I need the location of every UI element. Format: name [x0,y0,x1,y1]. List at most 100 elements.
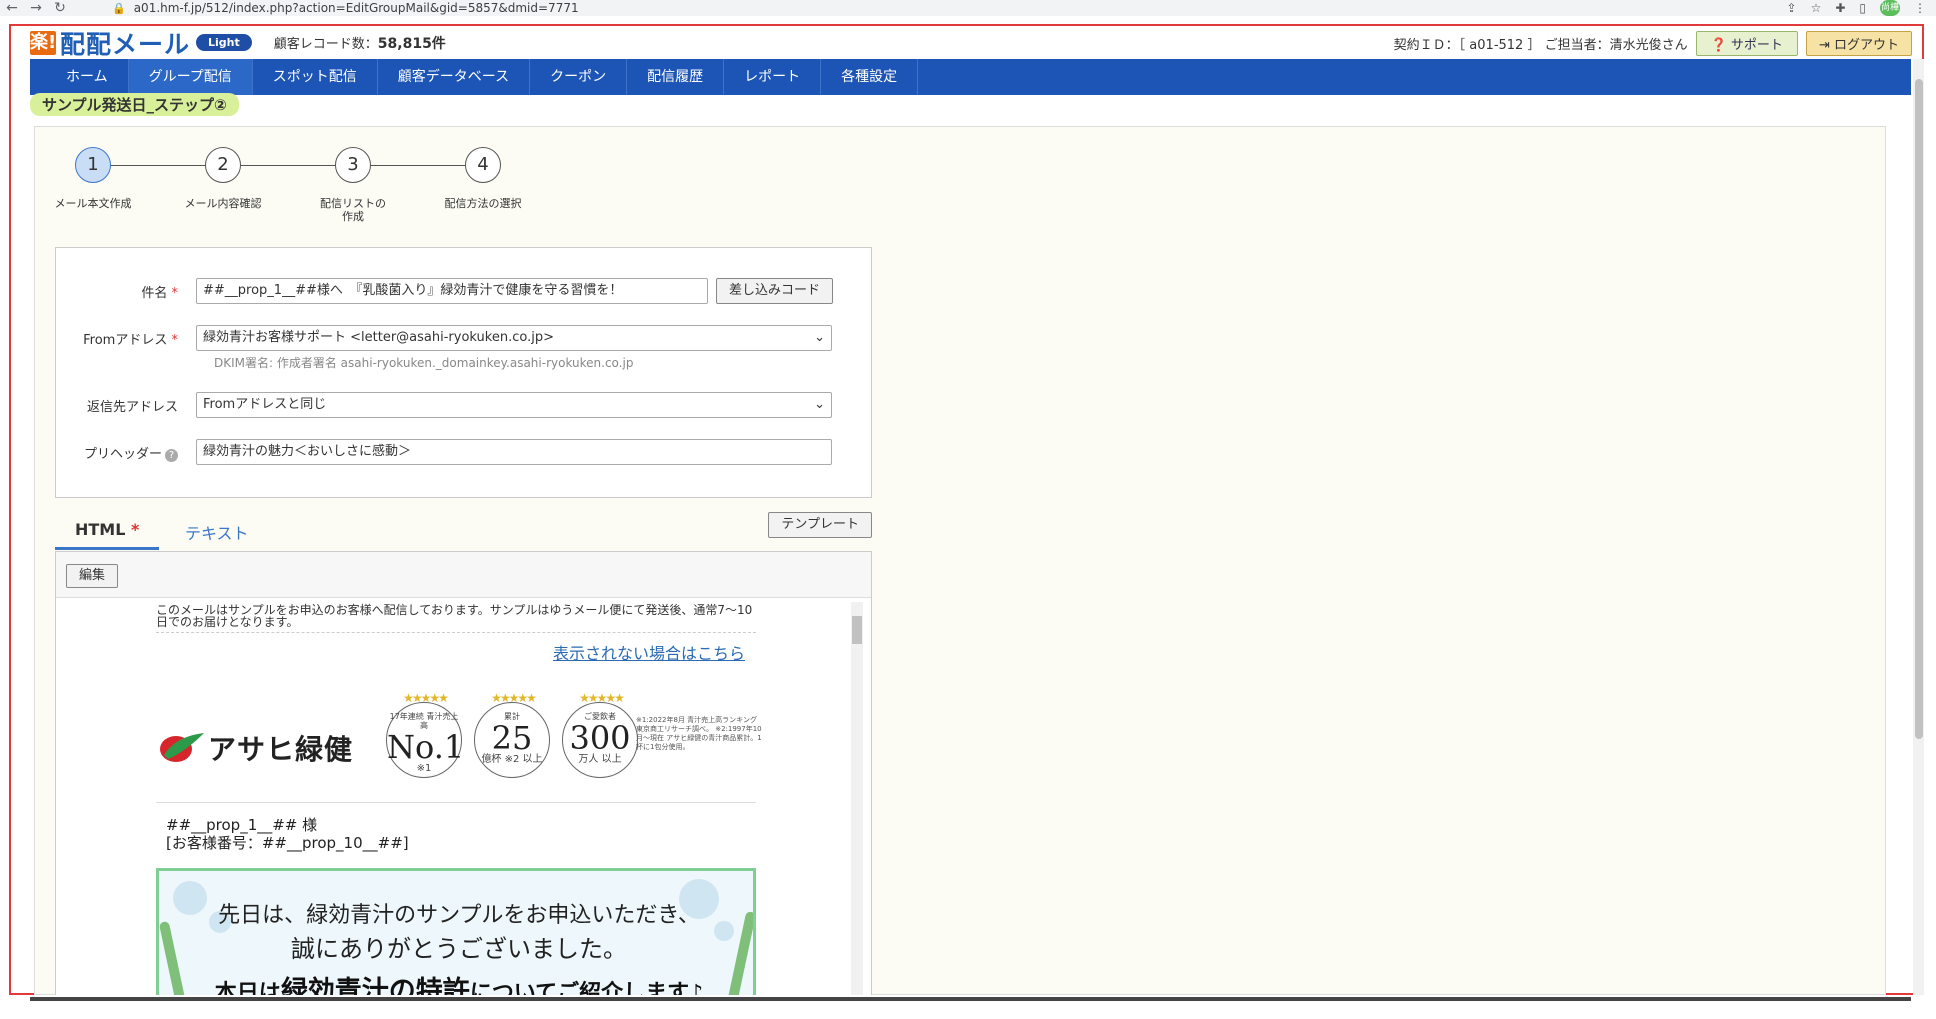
plan-badge: Light [196,34,252,51]
from-label: Fromアドレス * [56,329,196,348]
reply-select-value: Fromアドレスと同じ [203,397,327,412]
brand-name: アサヒ緑健 [208,733,354,766]
from-select-value: 緑効青汁お客様サポート <letter@asahi-ryokuken.co.jp… [203,330,554,345]
template-button[interactable]: テンプレート [768,512,872,538]
required-mark: * [131,520,140,539]
nav-customer-db[interactable]: 顧客データベース [378,59,531,95]
page-scrollbar[interactable] [1913,59,1924,995]
step-1[interactable]: 1 メール本文作成 [33,147,153,210]
required-mark: * [171,332,179,348]
badge-users: ★★★★★ ご愛飲者 300 万人 以上 [562,691,638,778]
step-2-number: 2 [205,147,241,183]
view-in-browser-link[interactable]: 表示されない場合はこちら [553,640,745,664]
subject-label-text: 件名 [141,285,168,301]
reply-row: 返信先アドレス Fromアドレスと同じ ⌄ [56,392,873,418]
from-select[interactable]: 緑効青汁お客様サポート <letter@asahi-ryokuken.co.jp… [196,325,832,351]
nav-report[interactable]: レポート [724,59,822,95]
nav-home[interactable]: ホーム [46,59,129,95]
step-3-number: 3 [335,147,371,183]
subject-input[interactable]: ##__prop_1__##様へ 『乳酸菌入り』緑効青汁で健康を守る習慣を！ [196,278,708,304]
stepper: 1 メール本文作成 2 メール内容確認 3 配信リストの作成 4 配信方法の選択 [55,147,555,237]
support-label: サポート [1730,38,1783,53]
hero-line-3b: 緑効青汁の特許 [280,976,470,997]
record-label: 顧客レコード数： [273,36,378,52]
from-label-text: Fromアドレス [83,332,168,348]
badge-value: No.1 [387,728,465,766]
logo-mark[interactable]: 楽! [30,30,56,55]
sidepanel-icon[interactable]: ▯ [1859,1,1866,15]
divider [156,632,756,633]
back-icon[interactable]: ← [0,0,24,16]
body-tabs: HTML * テキスト テンプレート [55,512,872,552]
step-2[interactable]: 2 メール内容確認 [163,147,283,210]
preview-scrollbar[interactable] [851,602,863,997]
editor-toolbar: 編集 [56,552,871,598]
address-bar[interactable]: 🔒 a01.hm-f.jp/512/index.php?action=EditG… [112,1,579,15]
preview-notice: このメールはサンプルをお申込のお客様へ配信しております。サンプルはゆうメール便に… [156,603,753,629]
logout-button[interactable]: ⇥ ログアウト [1805,31,1912,56]
chevron-down-icon: ⌄ [814,397,825,412]
dkim-note: DKIM署名: 作成者署名 asahi-ryokuken._domainkey.… [214,356,634,370]
badge-cups: ★★★★★ 累計 25 億杯 ※2 以上 [474,691,550,778]
badge-unit: 億杯 ※2 以上 [481,754,543,765]
badge-no1: ★★★★★ 17年連続 青汁売上高 No.1 ※1 [386,691,465,778]
share-icon[interactable]: ⇪ [1787,1,1797,15]
star-icon[interactable]: ☆ [1811,1,1822,15]
nav-spot-delivery[interactable]: スポット配信 [253,59,378,95]
divider [156,802,756,803]
record-value: 58,815件 [377,35,446,52]
stars-icon: ★★★★★ [579,691,625,705]
step-3[interactable]: 3 配信リストの作成 [293,147,413,223]
logout-label: ログアウト [1833,38,1899,53]
menu-icon[interactable]: ⋮ [1914,1,1926,15]
greeting-customer-no: [お客様番号：##__prop_10__##] [166,834,409,852]
subject-label: 件名 * [56,282,196,301]
brand-leaf-icon [160,733,204,762]
step-4[interactable]: 4 配信方法の選択 [423,147,543,210]
tab-html-label: HTML [75,520,126,539]
preview-scroll-thumb[interactable] [852,616,862,644]
badge-value: 25 [491,719,533,757]
mail-preview[interactable]: このメールはサンプルをお申込のお客様へ配信しております。サンプルはゆうメール便に… [56,598,873,997]
required-mark: * [171,285,179,301]
hero-line-2: 誠にありがとうございました。 [291,935,627,963]
html-editor: 編集 このメールはサンプルをお申込のお客様へ配信しております。サンプルはゆうメー… [55,551,873,997]
reload-icon[interactable]: ↻ [48,0,72,16]
tab-html[interactable]: HTML * [55,520,160,550]
nav-settings[interactable]: 各種設定 [821,59,919,95]
help-icon[interactable]: ? [165,448,178,462]
reply-select[interactable]: Fromアドレスと同じ ⌄ [196,392,832,418]
app-header: 楽! 配配メール Light 顧客レコード数：58,815件 契約ＩＤ：［ a0… [30,26,1920,59]
page-title: サンプル発送日_ステップ② [30,93,239,116]
app-logo[interactable]: 配配メール [60,25,190,61]
greeting: ##__prop_1__## 様 [お客様番号：##__prop_10__##] [166,816,409,852]
nav-group-delivery[interactable]: グループ配信 [128,59,253,95]
hero-line-3: 本日は緑効青汁の特許についてご紹介します♪ [159,969,753,997]
hero-banner: 先日は、緑効青汁のサンプルをお申込いただき、 誠にありがとうございました。 本日… [156,868,756,997]
lock-icon: 🔒 [112,1,126,15]
preheader-input[interactable]: 緑効青汁の魅力＜おいしさに感動＞ [196,439,832,465]
chevron-down-icon: ⌄ [814,330,825,345]
from-row: Fromアドレス * 緑効青汁お客様サポート <letter@asahi-ryo… [56,325,873,351]
hero-line-1: 先日は、緑効青汁のサンプルをお申込いただき、 [218,903,700,928]
support-button[interactable]: ❓ サポート [1695,31,1798,56]
page-scroll-thumb[interactable] [1915,79,1923,739]
tab-text[interactable]: テキスト [165,520,269,552]
nav-coupon[interactable]: クーポン [530,59,628,95]
badge-footnotes: ※1:2022年8月 青汁売上高ランキング 東京商工リサーチ調べ。 ※2:199… [636,716,762,751]
greeting-name: ##__prop_1__## 様 [166,816,318,834]
nav-delivery-history[interactable]: 配信履歴 [627,59,725,95]
step-2-label: メール内容確認 [184,197,262,210]
forward-icon[interactable]: → [24,0,48,16]
step-4-label: 配信方法の選択 [444,197,522,210]
signout-icon: ⇥ [1818,38,1830,53]
edit-button[interactable]: 編集 [66,564,119,588]
step-1-number: 1 [75,147,111,183]
bottom-strip [30,997,1911,1001]
preheader-label-text: プリヘッダー [83,446,162,462]
contract-info: 契約ＩＤ：［ a01-512 ］ ご担当者：清水光俊さん [1393,38,1688,53]
insert-code-button[interactable]: 差し込みコード [716,278,834,304]
stars-icon: ★★★★★ [403,691,449,705]
profile-avatar[interactable]: 尚樺 [1880,0,1900,16]
extensions-icon[interactable]: ✚ [1835,1,1845,15]
